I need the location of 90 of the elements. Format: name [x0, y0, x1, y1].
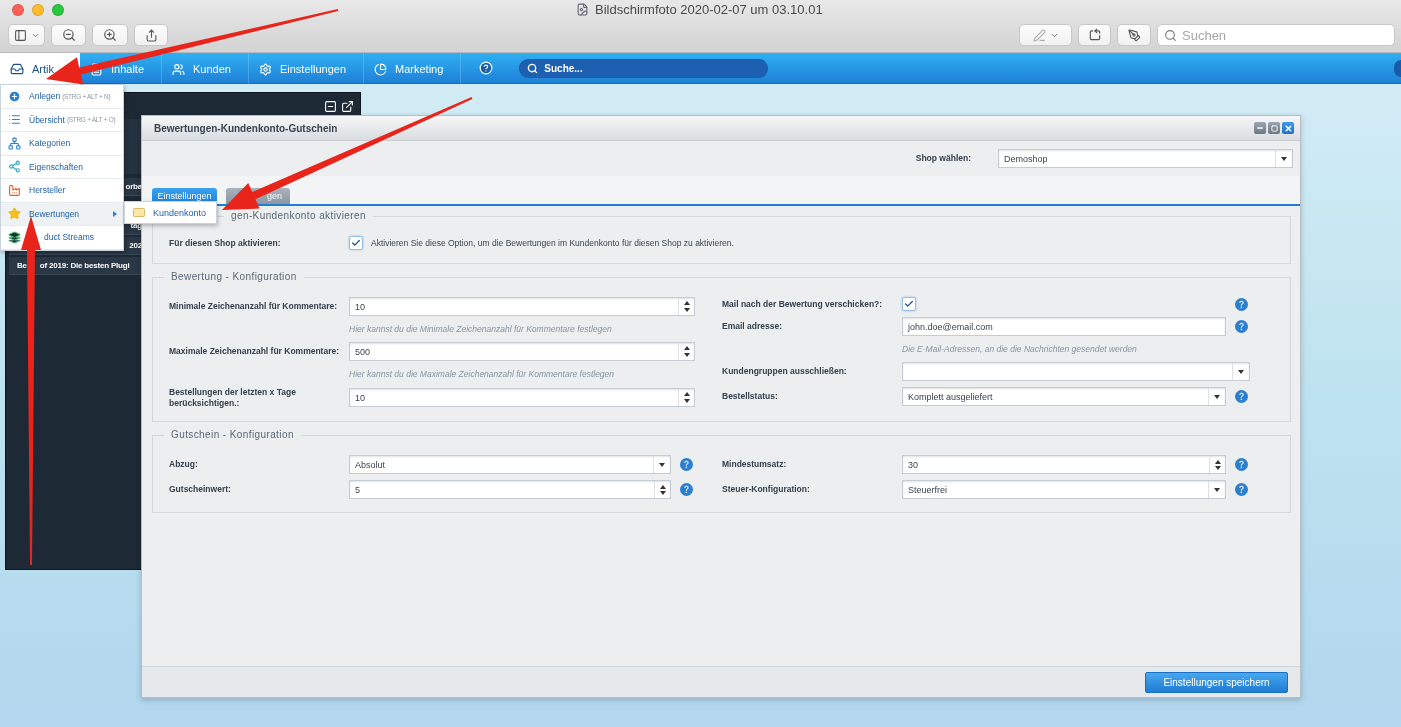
- rotate-icon: [1087, 28, 1102, 42]
- list-entry: of 2019: Die besten Plugi: [39, 261, 130, 270]
- number-field[interactable]: 10: [349, 388, 695, 408]
- share-icon: [8, 160, 21, 174]
- number-field[interactable]: 30: [902, 455, 1226, 475]
- search-icon: [527, 62, 539, 74]
- help-icon[interactable]: [680, 483, 693, 497]
- search-field[interactable]: Suche...: [519, 58, 769, 78]
- close-button[interactable]: [12, 4, 24, 16]
- help-icon[interactable]: [479, 61, 494, 75]
- close-icon: [1283, 123, 1293, 133]
- pie-chart-icon: [374, 62, 388, 76]
- option-description: Aktivieren Sie diese Option, um die Bewertungen im Kundenkonto für diesen Shop zu aktivieren.: [371, 238, 734, 248]
- select-field[interactable]: Komplett ausgeliefert: [902, 387, 1226, 406]
- sidebar-button[interactable]: [8, 24, 45, 46]
- section-legend: Bewertung - Konfiguration: [164, 271, 304, 282]
- field-label: Steuer-Konfiguration:: [722, 484, 811, 496]
- number-field[interactable]: 10: [349, 297, 695, 316]
- pen-icon: [1032, 28, 1046, 42]
- checkbox[interactable]: [902, 297, 916, 311]
- field-label: Email adresse:: [722, 321, 783, 332]
- field-label: Minimale Zeichenanzahl für Kommentare:: [169, 301, 339, 312]
- close-button[interactable]: [1282, 122, 1294, 134]
- section-legend: gen-Kundenkonto aktivieren: [224, 210, 373, 221]
- field-label: Abzug:: [169, 459, 199, 471]
- minimize-button[interactable]: [1254, 122, 1266, 134]
- select-field[interactable]: Absolut: [349, 455, 671, 475]
- zoom-out-button[interactable]: [51, 24, 86, 46]
- factory-icon: [8, 183, 21, 197]
- plus-icon: [8, 89, 21, 103]
- tree-icon: [8, 136, 21, 150]
- checkbox[interactable]: [349, 236, 363, 250]
- menu-item[interactable]: Kundenkonto: [125, 202, 216, 223]
- menu-item[interactable]: Bewertungen: [1, 202, 123, 226]
- field-hint: Die E-Mail-Adressen, an die die Nachrichten gesendet werden: [902, 344, 1137, 354]
- menu-item[interactable]: Eigenschaften: [1, 155, 123, 179]
- sidebar-icon: [13, 28, 27, 42]
- inbox-icon: [10, 62, 24, 76]
- menu-item[interactable]: Kategorien: [1, 132, 123, 156]
- search-icon: [1164, 28, 1177, 42]
- menu-item[interactable]: Hersteller: [1, 179, 123, 203]
- select-field[interactable]: Steuerfrei: [902, 480, 1226, 500]
- zoom-in-icon: [103, 28, 117, 42]
- help-icon[interactable]: [1235, 390, 1248, 403]
- markup-button[interactable]: [1117, 24, 1151, 46]
- field-label: Bestellungen der letzten x Tage berücksichtigen.:: [169, 387, 297, 409]
- zoom-in-button[interactable]: [92, 24, 128, 46]
- number-field[interactable]: 5: [349, 480, 671, 500]
- field-label: Maximale Zeichenanzahl für Kommentare:: [169, 346, 341, 357]
- help-icon[interactable]: [680, 458, 693, 472]
- field-label: Kundengruppen ausschließen:: [722, 366, 848, 377]
- field-hint: Hier kannst du die Maximale Zeichenanzahl für Kommentare festlegen: [349, 369, 615, 379]
- edge-icon[interactable]: [1394, 59, 1401, 77]
- image-file-icon: [576, 3, 589, 16]
- gear-icon: [258, 62, 272, 76]
- shop-label: Shop wählen:: [915, 153, 971, 164]
- number-field[interactable]: 500: [349, 342, 695, 361]
- rotate-button[interactable]: [1078, 24, 1111, 46]
- field-label: Gutscheinwert:: [169, 484, 232, 496]
- field-label: Für diesen Shop aktivieren:: [169, 237, 282, 249]
- maximize-button[interactable]: [1268, 122, 1280, 134]
- pen-tip-icon: [1127, 28, 1141, 42]
- select-field[interactable]: Demoshop: [998, 149, 1293, 168]
- help-icon[interactable]: [1235, 458, 1248, 472]
- section-legend: Gutschein - Konfiguration: [164, 429, 301, 441]
- input-field[interactable]: john.doe@email.com: [902, 317, 1226, 336]
- help-icon[interactable]: [1235, 483, 1248, 497]
- check-icon: [351, 238, 361, 248]
- list-icon: [8, 113, 21, 127]
- minus-icon: [1256, 124, 1264, 132]
- dialog-title: Bewertungen-Kundenkonto-Gutschein: [154, 122, 338, 134]
- zoom-out-icon: [61, 28, 76, 42]
- share-icon: [144, 28, 158, 42]
- help-icon[interactable]: [1235, 297, 1248, 311]
- field-label: Mindestumsatz:: [722, 459, 788, 471]
- check-icon: [904, 299, 914, 309]
- share-button[interactable]: [134, 24, 168, 46]
- field-label: Mail nach der Bewertung verschicken?:: [722, 298, 884, 310]
- stream-icon: [8, 230, 21, 244]
- external-link-icon: [341, 99, 354, 113]
- window-title: Bildschirmfoto 2020-02-07 um 03.10.01: [595, 2, 823, 17]
- note-icon: [133, 208, 145, 217]
- field-hint: Hier kannst du die Minimale Zeichenanzahl für Kommentare festlegen: [349, 324, 612, 334]
- select-field[interactable]: [902, 362, 1250, 381]
- star-icon: [8, 207, 21, 221]
- field-label: Bestellstatus:: [722, 391, 779, 402]
- users-icon: [172, 62, 186, 76]
- list-entry: Be: [17, 261, 27, 270]
- help-icon[interactable]: [1235, 320, 1248, 333]
- collapse-icon: [324, 99, 337, 113]
